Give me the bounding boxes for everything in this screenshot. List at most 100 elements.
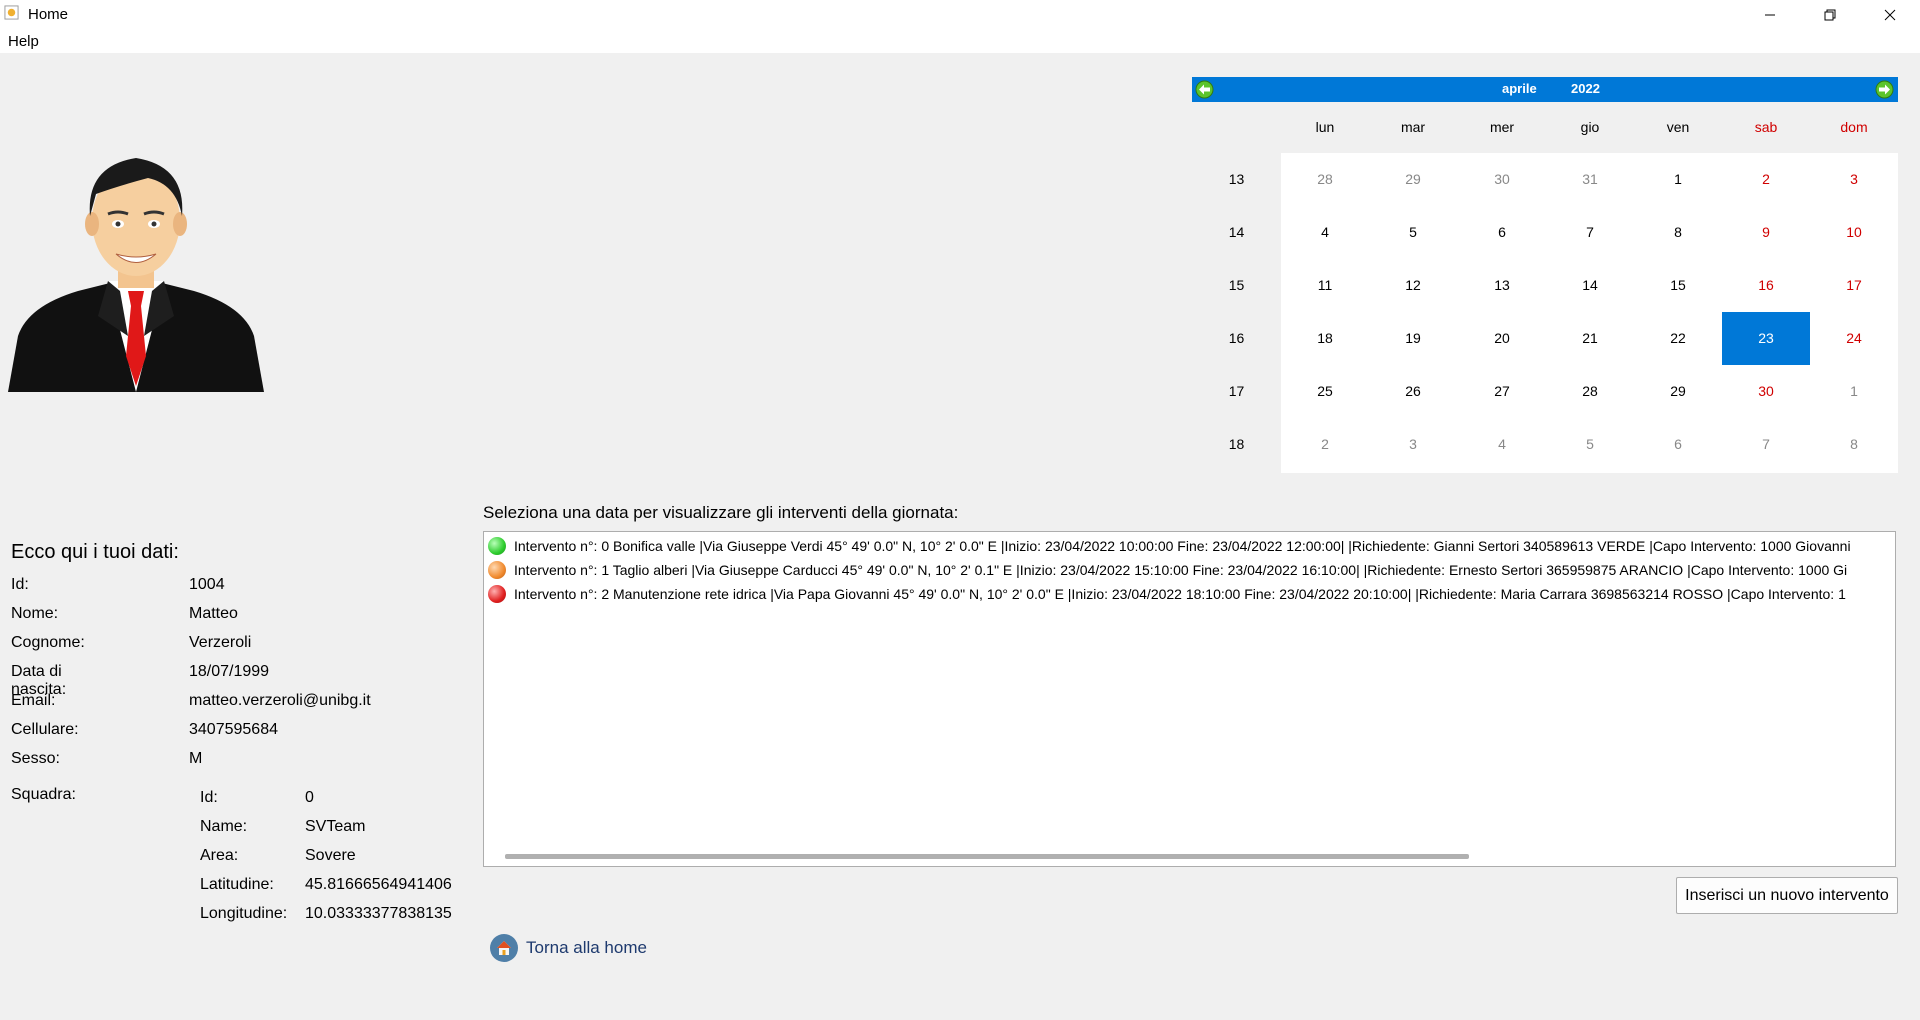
status-orange-icon xyxy=(488,561,506,579)
calendar-day[interactable]: 31 xyxy=(1546,153,1634,206)
add-intervention-button[interactable]: Inserisci un nuovo intervento xyxy=(1676,877,1898,914)
list-item-text: Intervento n°: 1 Taglio alberi |Via Gius… xyxy=(514,562,1848,578)
calendar-day[interactable]: 10 xyxy=(1810,206,1898,259)
interventions-list[interactable]: Intervento n°: 0 Bonifica valle |Via Giu… xyxy=(483,531,1896,867)
horizontal-scrollbar[interactable] xyxy=(484,846,1895,866)
calendar-day-selected[interactable]: 23 xyxy=(1722,312,1810,365)
calendar-day[interactable]: 16 xyxy=(1722,259,1810,312)
next-month-icon[interactable] xyxy=(1875,80,1894,99)
status-green-icon xyxy=(488,537,506,555)
field-label: Email: xyxy=(11,692,56,709)
calendar-day[interactable]: 11 xyxy=(1281,259,1369,312)
calendar-day[interactable]: 26 xyxy=(1369,365,1457,418)
field-value: 45.81666564941406 xyxy=(305,876,452,893)
weekday-header: ven xyxy=(1666,119,1690,135)
calendar-day[interactable]: 9 xyxy=(1722,206,1810,259)
week-number: 18 xyxy=(1228,436,1245,452)
weekday-header: dom xyxy=(1840,119,1868,135)
calendar-day[interactable]: 21 xyxy=(1546,312,1634,365)
minimize-icon xyxy=(1765,14,1775,16)
calendar-nav-bar: aprile 2022 xyxy=(1192,77,1898,102)
profile-section-title: Ecco qui i tuoi dati: xyxy=(11,541,179,563)
interventions-prompt: Seleziona una data per visualizzare gli … xyxy=(483,503,959,522)
calendar-day[interactable]: 5 xyxy=(1369,206,1457,259)
calendar-day[interactable]: 8 xyxy=(1634,206,1722,259)
weekday-header: mer xyxy=(1489,119,1515,135)
calendar-day[interactable]: 28 xyxy=(1546,365,1634,418)
calendar-day[interactable]: 29 xyxy=(1634,365,1722,418)
week-number: 13 xyxy=(1228,171,1245,187)
calendar-day[interactable]: 25 xyxy=(1281,365,1369,418)
calendar-day[interactable]: 17 xyxy=(1810,259,1898,312)
calendar-day[interactable]: 3 xyxy=(1369,418,1457,471)
calendar-day[interactable]: 29 xyxy=(1369,153,1457,206)
field-value: Matteo xyxy=(189,605,238,622)
field-label: Name: xyxy=(200,818,248,835)
title-bar: Home xyxy=(0,0,1920,30)
app-icon xyxy=(4,5,19,20)
calendar-day[interactable]: 27 xyxy=(1458,365,1546,418)
back-home-label: Torna alla home xyxy=(526,938,647,957)
field-value: SVTeam xyxy=(305,818,366,835)
field-value: M xyxy=(189,750,203,767)
close-button[interactable] xyxy=(1860,0,1920,30)
calendar-month[interactable]: aprile xyxy=(1502,81,1537,96)
calendar-day[interactable]: 18 xyxy=(1281,312,1369,365)
calendar-day[interactable]: 2 xyxy=(1722,153,1810,206)
calendar-day[interactable]: 20 xyxy=(1458,312,1546,365)
calendar-day[interactable]: 13 xyxy=(1458,259,1546,312)
week-number: 16 xyxy=(1228,330,1245,346)
calendar-day[interactable]: 15 xyxy=(1634,259,1722,312)
field-label: Id: xyxy=(200,789,218,806)
calendar-day[interactable]: 1 xyxy=(1810,365,1898,418)
calendar-day[interactable]: 1 xyxy=(1634,153,1722,206)
calendar-day[interactable]: 7 xyxy=(1546,206,1634,259)
weekday-header: lun xyxy=(1315,119,1335,135)
field-value: 10.03333377838135 xyxy=(305,905,452,922)
team-label: Squadra: xyxy=(11,786,76,803)
menu-help[interactable]: Help xyxy=(8,33,39,50)
list-item-text: Intervento n°: 0 Bonifica valle |Via Giu… xyxy=(514,538,1851,554)
field-value: Verzeroli xyxy=(189,634,252,651)
menu-bar: Help xyxy=(0,30,1920,53)
minimize-button[interactable] xyxy=(1740,0,1800,30)
week-number: 14 xyxy=(1228,224,1245,240)
calendar-day[interactable]: 4 xyxy=(1458,418,1546,471)
calendar-day[interactable]: 12 xyxy=(1369,259,1457,312)
close-icon xyxy=(1884,9,1896,21)
field-label: Area: xyxy=(200,847,239,864)
list-item-text: Intervento n°: 2 Manutenzione rete idric… xyxy=(514,586,1846,602)
calendar-day[interactable]: 2 xyxy=(1281,418,1369,471)
calendar-day[interactable]: 6 xyxy=(1634,418,1722,471)
field-value: Sovere xyxy=(305,847,356,864)
calendar-day[interactable]: 19 xyxy=(1369,312,1457,365)
weekday-header: gio xyxy=(1580,119,1600,135)
week-number: 17 xyxy=(1228,383,1245,399)
calendar-day[interactable]: 3 xyxy=(1810,153,1898,206)
window-title: Home xyxy=(28,6,69,23)
back-home-link[interactable]: Torna alla home xyxy=(490,933,647,963)
field-label: Latitudine: xyxy=(200,876,274,893)
restore-button[interactable] xyxy=(1800,0,1860,30)
calendar-day[interactable]: 30 xyxy=(1722,365,1810,418)
calendar-day[interactable]: 5 xyxy=(1546,418,1634,471)
calendar-day[interactable]: 4 xyxy=(1281,206,1369,259)
field-value: 3407595684 xyxy=(189,721,278,738)
weekday-header: sab xyxy=(1754,119,1778,135)
calendar-day[interactable]: 22 xyxy=(1634,312,1722,365)
calendar-year[interactable]: 2022 xyxy=(1571,81,1600,96)
calendar-day[interactable]: 28 xyxy=(1281,153,1369,206)
calendar-day[interactable]: 30 xyxy=(1458,153,1546,206)
prev-month-icon[interactable] xyxy=(1195,80,1214,99)
calendar-day[interactable]: 24 xyxy=(1810,312,1898,365)
week-number: 15 xyxy=(1228,277,1245,293)
restore-icon xyxy=(1824,9,1836,21)
field-value: matteo.verzeroli@unibg.it xyxy=(189,692,371,709)
field-value: 18/07/1999 xyxy=(189,663,270,680)
scrollbar-thumb[interactable] xyxy=(505,854,1469,859)
calendar-day[interactable]: 6 xyxy=(1458,206,1546,259)
calendar-day[interactable]: 7 xyxy=(1722,418,1810,471)
calendar-day[interactable]: 14 xyxy=(1546,259,1634,312)
field-value: 0 xyxy=(305,789,314,806)
calendar-day[interactable]: 8 xyxy=(1810,418,1898,471)
